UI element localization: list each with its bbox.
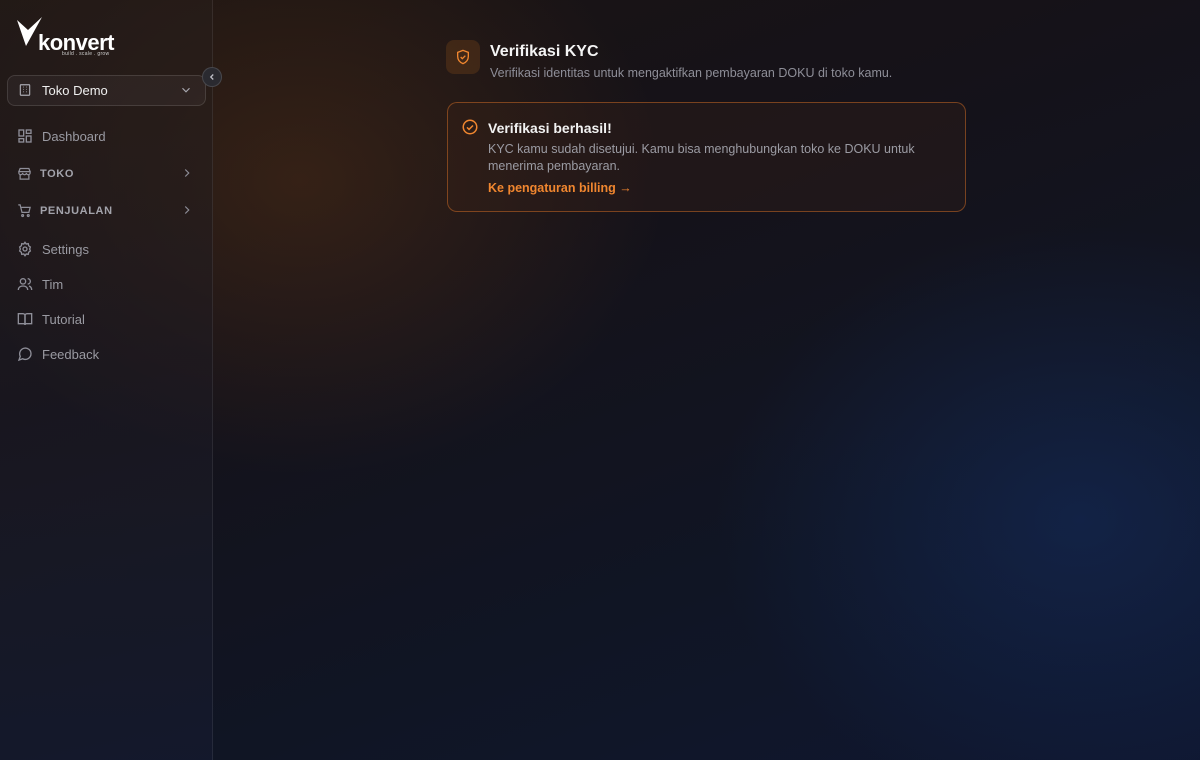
brand-logo[interactable]: konvert build . scale . grow <box>16 16 116 60</box>
card-title: Verifikasi berhasil! <box>488 120 612 136</box>
sidebar-item-label: Tim <box>42 276 64 292</box>
collapse-sidebar-button[interactable] <box>202 67 222 87</box>
sidebar-item-tutorial[interactable]: Tutorial <box>8 302 205 336</box>
store-selector-value: Toko Demo <box>42 83 108 98</box>
sidebar-item-label: Settings <box>42 241 89 257</box>
store-selector[interactable]: Toko Demo <box>7 75 206 106</box>
sidebar-item-label: TOKO <box>40 168 74 180</box>
dashboard-icon <box>17 128 33 144</box>
sidebar-item-dashboard[interactable]: Dashboard <box>8 119 205 153</box>
store-icon <box>17 166 33 182</box>
sidebar-item-label: PENJUALAN <box>40 205 113 217</box>
chevron-left-icon <box>209 74 214 80</box>
sidebar-item-label: Dashboard <box>42 128 106 144</box>
cart-icon <box>17 203 33 219</box>
book-icon <box>17 311 33 327</box>
sidebar-item-settings[interactable]: Settings <box>8 232 205 266</box>
sidebar-item-penjualan[interactable]: PENJUALAN <box>8 194 205 228</box>
billing-settings-link[interactable]: Ke pengaturan billing → <box>488 181 632 195</box>
sidebar-item-toko[interactable]: TOKO <box>8 157 205 191</box>
sidebar: konvert build . scale . grow Toko Demo D… <box>0 0 222 760</box>
chevron-down-icon <box>179 83 195 99</box>
shield-check-icon <box>457 49 469 65</box>
kyc-success-card: Verifikasi berhasil! KYC kamu sudah dise… <box>447 102 966 212</box>
check-circle-icon <box>461 118 479 141</box>
chevron-right-icon <box>180 203 196 219</box>
page-title: Verifikasi KYC <box>490 43 599 60</box>
sidebar-item-tim[interactable]: Tim <box>8 267 205 301</box>
card-body: KYC kamu sudah disetujui. Kamu bisa meng… <box>488 142 915 173</box>
message-icon <box>17 346 33 362</box>
sidebar-item-label: Feedback <box>42 346 100 362</box>
brand-tagline: build . scale . grow <box>62 51 110 57</box>
page-header-icon <box>446 40 480 74</box>
gear-icon <box>17 241 33 257</box>
users-icon <box>17 276 33 292</box>
sidebar-item-label: Tutorial <box>42 311 85 327</box>
building-icon <box>18 83 34 99</box>
page-subtitle: Verifikasi identitas untuk mengaktifkan … <box>490 66 893 80</box>
chevron-right-icon <box>180 166 196 182</box>
sidebar-item-feedback[interactable]: Feedback <box>8 337 205 371</box>
